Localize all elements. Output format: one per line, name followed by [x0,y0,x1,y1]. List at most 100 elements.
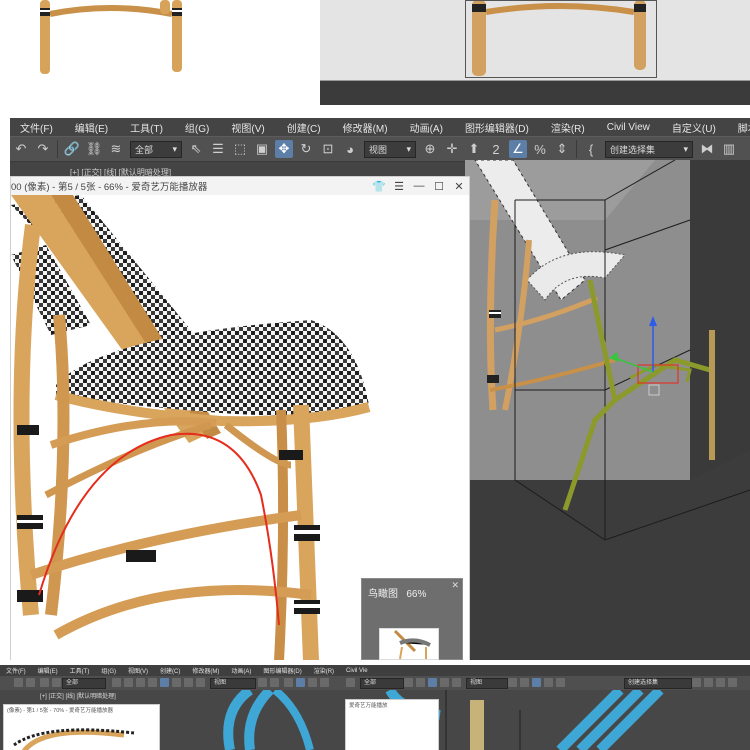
snaps-toggle-icon[interactable] [284,678,293,687]
selection-filter-dropdown[interactable]: 全部 ▾ [130,140,182,158]
select-manipulate-icon[interactable] [270,678,279,687]
menu-modifiers[interactable]: 修改器(M) [333,120,400,135]
angle-snap-icon[interactable] [296,678,305,687]
reference-coord-dropdown[interactable]: 视图 ▾ [364,140,416,158]
birdseye-thumbnail[interactable] [379,628,439,660]
redo-icon[interactable] [26,678,35,687]
window-crossing-icon[interactable]: ▣ [253,140,271,158]
bottom-menu-create[interactable]: 创建(C) [154,666,186,675]
select-manipulate-icon[interactable]: ✛ [443,140,461,158]
select-object-icon[interactable] [112,678,121,687]
undo-icon[interactable] [346,678,355,687]
toggle-ribbon-icon[interactable] [728,678,737,687]
spinner-snap-icon[interactable]: ⇕ [553,140,571,158]
undo-icon[interactable] [14,678,23,687]
bottom-menu-group[interactable]: 组(G) [95,666,122,675]
select-object-icon[interactable]: ⇖ [187,140,205,158]
percent-snap-icon[interactable] [544,678,553,687]
rectangular-selection-icon[interactable]: ⬚ [231,140,249,158]
perspective-viewport[interactable] [465,160,750,660]
menu-group[interactable]: 组(G) [175,120,221,135]
skin-icon[interactable]: 👕 [371,178,387,194]
layer-icon[interactable] [716,678,725,687]
rectangular-selection-icon[interactable] [416,678,425,687]
keyboard-shortcut-override-icon[interactable]: ⬆ [465,140,483,158]
bottom-menu-views[interactable]: 视图(V) [122,666,154,675]
percent-snap-icon[interactable]: % [531,140,549,158]
select-and-move-icon[interactable]: ✥ [275,140,293,158]
viewport-label[interactable]: [+] [正交] [线] [默认明暗处理] [70,167,171,178]
menu-tools[interactable]: 工具(T) [120,120,175,135]
menu-graph-editors[interactable]: 图形编辑器(D) [455,120,541,135]
pivot-center-icon[interactable] [508,678,517,687]
menu-views[interactable]: 视图(V) [221,120,276,135]
bottom-menu-rendering[interactable]: 渲染(R) [308,666,340,675]
snaps-toggle-icon[interactable]: 2 [487,140,505,158]
percent-snap-icon[interactable] [308,678,317,687]
bind-spacewarp-icon[interactable]: ≋ [107,140,125,158]
spinner-snap-icon[interactable] [320,678,329,687]
menu-file[interactable]: 文件(F) [10,120,65,135]
pivot-center-icon[interactable]: ⊕ [421,140,439,158]
select-by-name-icon[interactable]: ☰ [209,140,227,158]
align-icon[interactable]: ▥ [720,140,738,158]
minimize-icon[interactable]: — [411,178,427,194]
select-and-rotate-icon[interactable]: ↻ [297,140,315,158]
bottom-selection-filter[interactable]: 全部 [62,678,106,689]
maximize-icon[interactable]: ☐ [431,178,447,194]
bottom-selection-filter-2[interactable]: 全部 [360,678,404,689]
select-and-scale-icon[interactable]: ⊡ [319,140,337,158]
bottom-menu-civil-view[interactable]: Civil Vie [340,668,374,674]
unlink-icon[interactable]: ⛓ [85,140,103,158]
menu-create[interactable]: 创建(C) [277,120,333,135]
mirror-icon[interactable]: ⧓ [698,140,716,158]
select-and-place-icon[interactable]: ◕ [341,140,359,158]
named-selection-dropdown[interactable]: 创建选择集 ▾ [605,140,693,158]
window-crossing-icon[interactable] [148,678,157,687]
unlink-icon[interactable] [52,678,61,687]
select-and-rotate-icon[interactable] [172,678,181,687]
bottom-viewport-label[interactable]: [+] [正交] [线] [默认明暗处理] [40,691,116,700]
select-and-move-icon[interactable] [428,678,437,687]
bottom-named-selection[interactable]: 创建选择集 [624,678,692,689]
angle-snap-icon[interactable] [532,678,541,687]
bottom-menu-graph-editors[interactable]: 图形编辑器(D) [257,666,307,675]
birdseye-close-icon[interactable]: ✕ [451,580,459,591]
bottom-menu-animation[interactable]: 动画(A) [225,666,257,675]
close-icon[interactable]: ✕ [451,178,467,194]
menu-customize[interactable]: 自定义(U) [662,120,728,135]
bottom-reference-coord-2[interactable]: 视图 [466,678,508,689]
top-3d-viewport[interactable] [320,0,750,105]
snaps-toggle-icon[interactable] [520,678,529,687]
menu-civil-view[interactable]: Civil View [597,122,662,133]
menu-rendering[interactable]: 渲染(R) [541,120,597,135]
select-object-icon[interactable] [404,678,413,687]
rectangular-selection-icon[interactable] [136,678,145,687]
pivot-center-icon[interactable] [258,678,267,687]
bottom-menu-modifiers[interactable]: 修改器(M) [186,666,225,675]
undo-icon[interactable]: ↶ [12,140,30,158]
select-and-scale-icon[interactable] [184,678,193,687]
align-icon[interactable] [704,678,713,687]
select-by-name-icon[interactable] [124,678,133,687]
menu-scripting[interactable]: 脚本(S) [728,120,750,135]
redo-icon[interactable]: ↷ [34,140,52,158]
menu-icon[interactable]: ☰ [391,178,407,194]
angle-snap-icon[interactable]: ∠ [509,140,527,158]
bottom-menu-file[interactable]: 文件(F) [0,666,32,675]
menu-edit[interactable]: 编辑(E) [65,120,120,135]
bottom-reference-coord[interactable]: 视图 [210,678,256,689]
edit-named-selection-icon[interactable]: { [582,140,600,158]
link-icon[interactable]: 🔗 [63,140,81,158]
select-and-move-icon[interactable] [160,678,169,687]
spinner-snap-icon[interactable] [556,678,565,687]
birdseye-panel[interactable]: 鸟瞰图 66% ✕ [361,578,463,660]
mirror-icon[interactable] [692,678,701,687]
link-icon[interactable] [40,678,49,687]
bottom-menu-tools[interactable]: 工具(T) [64,666,96,675]
menu-animation[interactable]: 动画(A) [400,120,455,135]
select-and-rotate-icon[interactable] [440,678,449,687]
select-and-place-icon[interactable] [196,678,205,687]
bottom-menu-edit[interactable]: 编辑(E) [32,666,64,675]
select-and-scale-icon[interactable] [452,678,461,687]
